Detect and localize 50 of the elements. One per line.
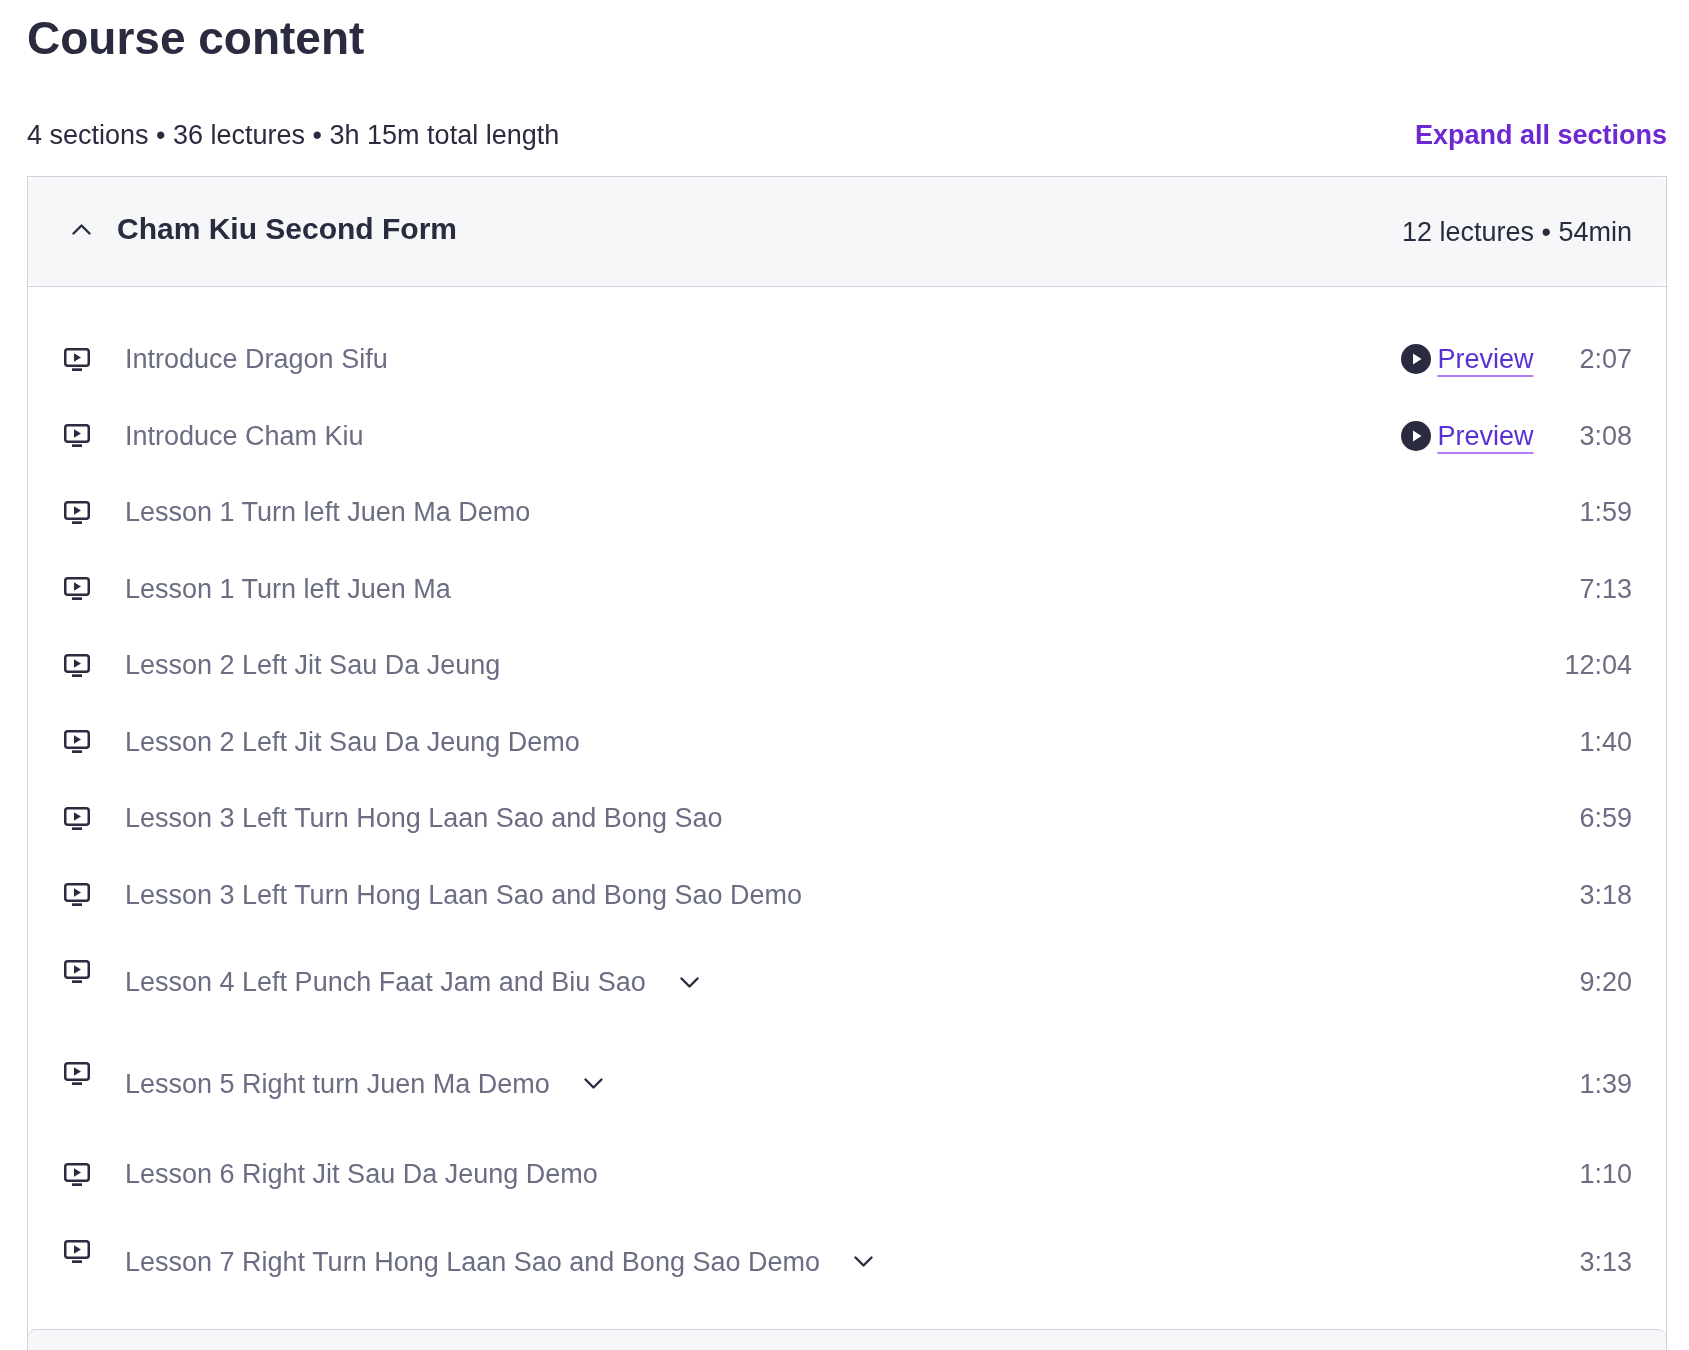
- monitor-play-icon: [64, 1162, 90, 1186]
- lecture-duration: 3:13: [1579, 1245, 1632, 1279]
- monitor-play-icon: [64, 883, 90, 907]
- monitor-play-icon: [64, 730, 90, 754]
- lecture-title: Lesson 2 Left Jit Sau Da Jeung: [125, 649, 501, 682]
- monitor-play-icon: [64, 577, 90, 601]
- section-header[interactable]: Cham Kiu Second Form 12 lectures • 54min: [28, 177, 1666, 286]
- monitor-play-icon: [64, 806, 90, 830]
- chevron-up-icon[interactable]: [72, 224, 91, 235]
- lecture-duration: 3:18: [1579, 878, 1632, 912]
- lecture-title: Lesson 1 Turn left Juen Ma: [125, 572, 451, 606]
- lecture-duration: 7:13: [1579, 572, 1632, 606]
- preview-link[interactable]: Preview: [1437, 341, 1534, 378]
- chevron-down-icon[interactable]: [854, 1256, 873, 1268]
- lecture-title: Lesson 2 Left Jit Sau Da Jeung Demo: [125, 725, 580, 759]
- lecture-title: Lesson 3 Left Turn Hong Laan Sao and Bong Sao: [125, 802, 723, 835]
- section-title: Cham Kiu Second Form: [117, 210, 458, 247]
- section-meta: 12 lectures • 54min: [1401, 215, 1632, 249]
- preview-link[interactable]: Preview: [1437, 417, 1534, 454]
- monitor-play-icon: [64, 1239, 90, 1263]
- lecture-duration: 2:07: [1579, 343, 1632, 376]
- lecture-title-button[interactable]: Lesson 4 Left Punch Faat Jam and Biu Sao: [125, 964, 699, 1001]
- lecture-duration: 9:20: [1579, 966, 1632, 999]
- monitor-play-icon: [64, 960, 90, 983]
- monitor-play-icon: [64, 347, 90, 371]
- expand-all-link[interactable]: Expand all sections: [1414, 117, 1667, 153]
- page-title: Course content: [27, 12, 365, 64]
- lecture-duration: 3:08: [1579, 419, 1632, 453]
- lecture-duration: 1:10: [1579, 1158, 1632, 1191]
- chevron-down-icon[interactable]: [583, 1078, 603, 1090]
- lecture-duration: 1:40: [1579, 725, 1632, 759]
- lecture-duration: 6:59: [1579, 802, 1632, 835]
- lecture-duration: 1:59: [1579, 496, 1632, 529]
- lecture-title-button[interactable]: Lesson 5 Right turn Juen Ma Demo: [125, 1065, 603, 1102]
- lecture-duration: 1:39: [1579, 1067, 1632, 1101]
- lecture-title: Introduce Dragon Sifu: [125, 343, 388, 376]
- lecture-title: Lesson 6 Right Jit Sau Da Jeung Demo: [125, 1158, 598, 1191]
- monitor-play-icon: [64, 1061, 90, 1085]
- chevron-down-icon[interactable]: [679, 976, 699, 988]
- monitor-play-icon: [64, 424, 90, 448]
- monitor-play-icon: [64, 500, 90, 524]
- lecture-title: Lesson 3 Left Turn Hong Laan Sao and Bong Sao Demo: [125, 878, 802, 912]
- course-summary: 4 sections • 36 lectures • 3h 15m total length: [27, 119, 560, 152]
- lecture-duration: 12:04: [1564, 649, 1632, 682]
- lecture-title-button[interactable]: Lesson 7 Right Turn Hong Laan Sao and Bong Sao Demo: [125, 1243, 873, 1280]
- play-circle-icon[interactable]: [1401, 344, 1432, 375]
- monitor-play-icon: [64, 653, 90, 677]
- play-circle-icon[interactable]: [1401, 420, 1432, 451]
- lecture-title: Introduce Cham Kiu: [125, 419, 364, 453]
- lecture-title: Lesson 1 Turn left Juen Ma Demo: [125, 496, 531, 529]
